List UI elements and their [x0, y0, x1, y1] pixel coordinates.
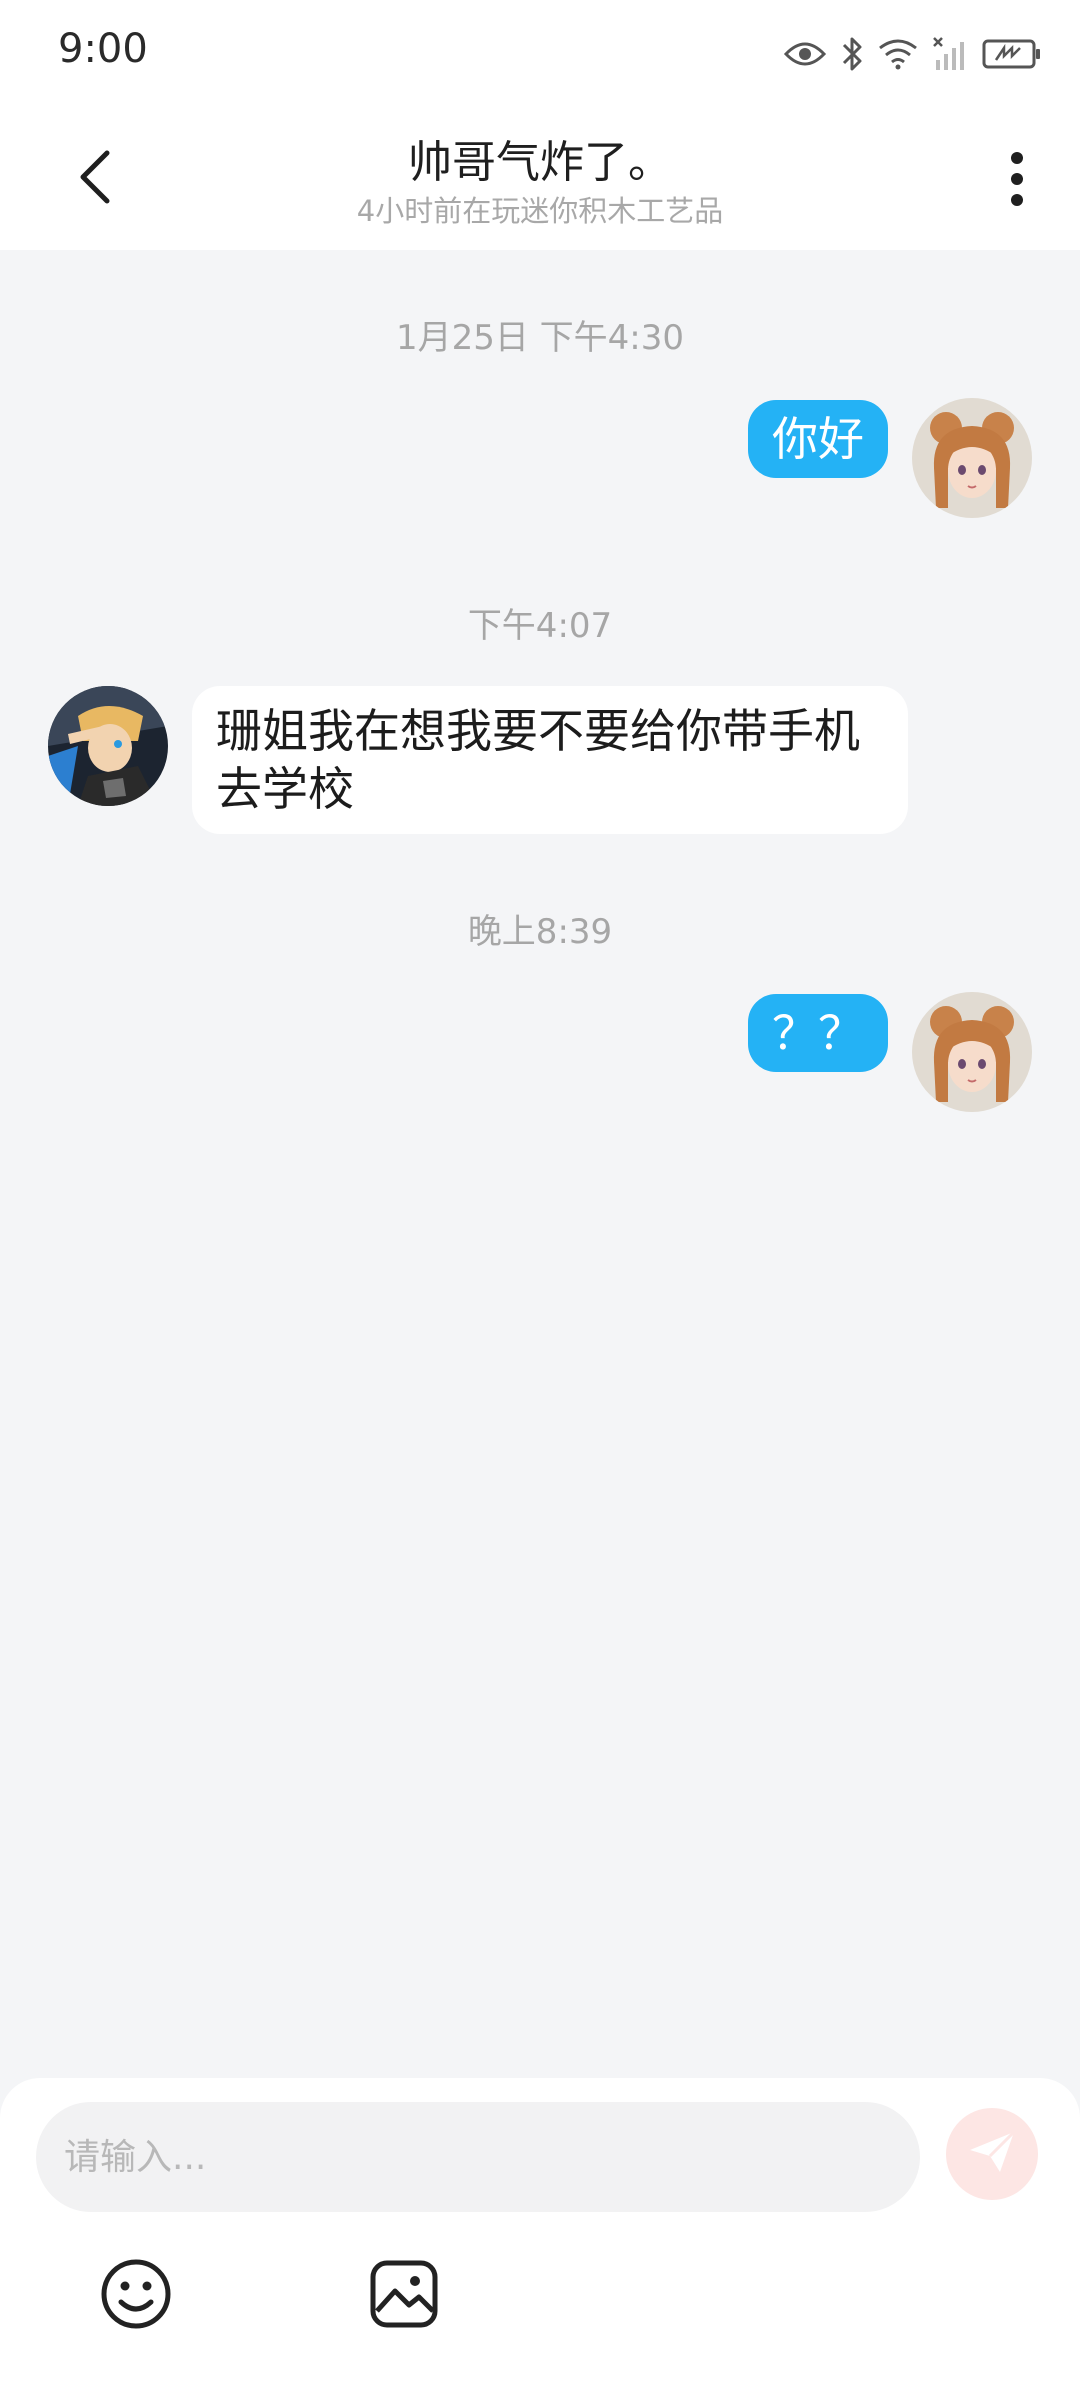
message-timestamp: 晚上8:39 — [467, 912, 613, 952]
emoji-icon — [100, 2258, 172, 2334]
contact-name: 帅哥气炸了。 — [408, 137, 672, 188]
image-icon — [369, 2259, 439, 2333]
battery-icon — [982, 38, 1042, 70]
received-message-bubble[interactable]: 珊姐我在想我要不要给你带手机去学校 — [192, 686, 908, 834]
status-time: 9:00 — [58, 26, 148, 72]
message-input[interactable] — [36, 2102, 920, 2212]
wifi-icon — [878, 38, 918, 70]
chat-header: 帅哥气炸了。 4小时前在玩迷你积木工艺品 — [0, 106, 1080, 250]
my-avatar[interactable] — [912, 992, 1032, 1112]
image-button[interactable] — [364, 2256, 444, 2336]
my-avatar[interactable] — [912, 398, 1032, 518]
cellular-signal-icon — [932, 36, 968, 72]
status-icons — [784, 30, 1042, 78]
message-timestamp: 1月25日 下午4:30 — [395, 318, 685, 358]
send-icon — [966, 2126, 1018, 2182]
send-button[interactable] — [946, 2108, 1038, 2200]
message-list[interactable]: 1月25日 下午4:30 你好 下午4:07 珊姐我在想我要不要给你带手机去学校… — [0, 250, 1080, 2080]
bluetooth-icon — [840, 36, 864, 72]
contact-avatar[interactable] — [48, 686, 168, 806]
eye-icon — [784, 40, 826, 68]
sent-message-bubble[interactable]: ？？ — [748, 994, 888, 1072]
more-options-button[interactable] — [992, 146, 1042, 216]
sent-message-bubble[interactable]: 你好 — [748, 400, 888, 478]
emoji-button[interactable] — [96, 2256, 176, 2336]
more-vertical-icon — [1010, 151, 1024, 211]
status-bar: 9:00 — [0, 0, 1080, 106]
contact-status: 4小时前在玩迷你积木工艺品 — [356, 194, 724, 228]
message-timestamp: 下午4:07 — [467, 606, 613, 646]
input-panel — [0, 2078, 1080, 2388]
